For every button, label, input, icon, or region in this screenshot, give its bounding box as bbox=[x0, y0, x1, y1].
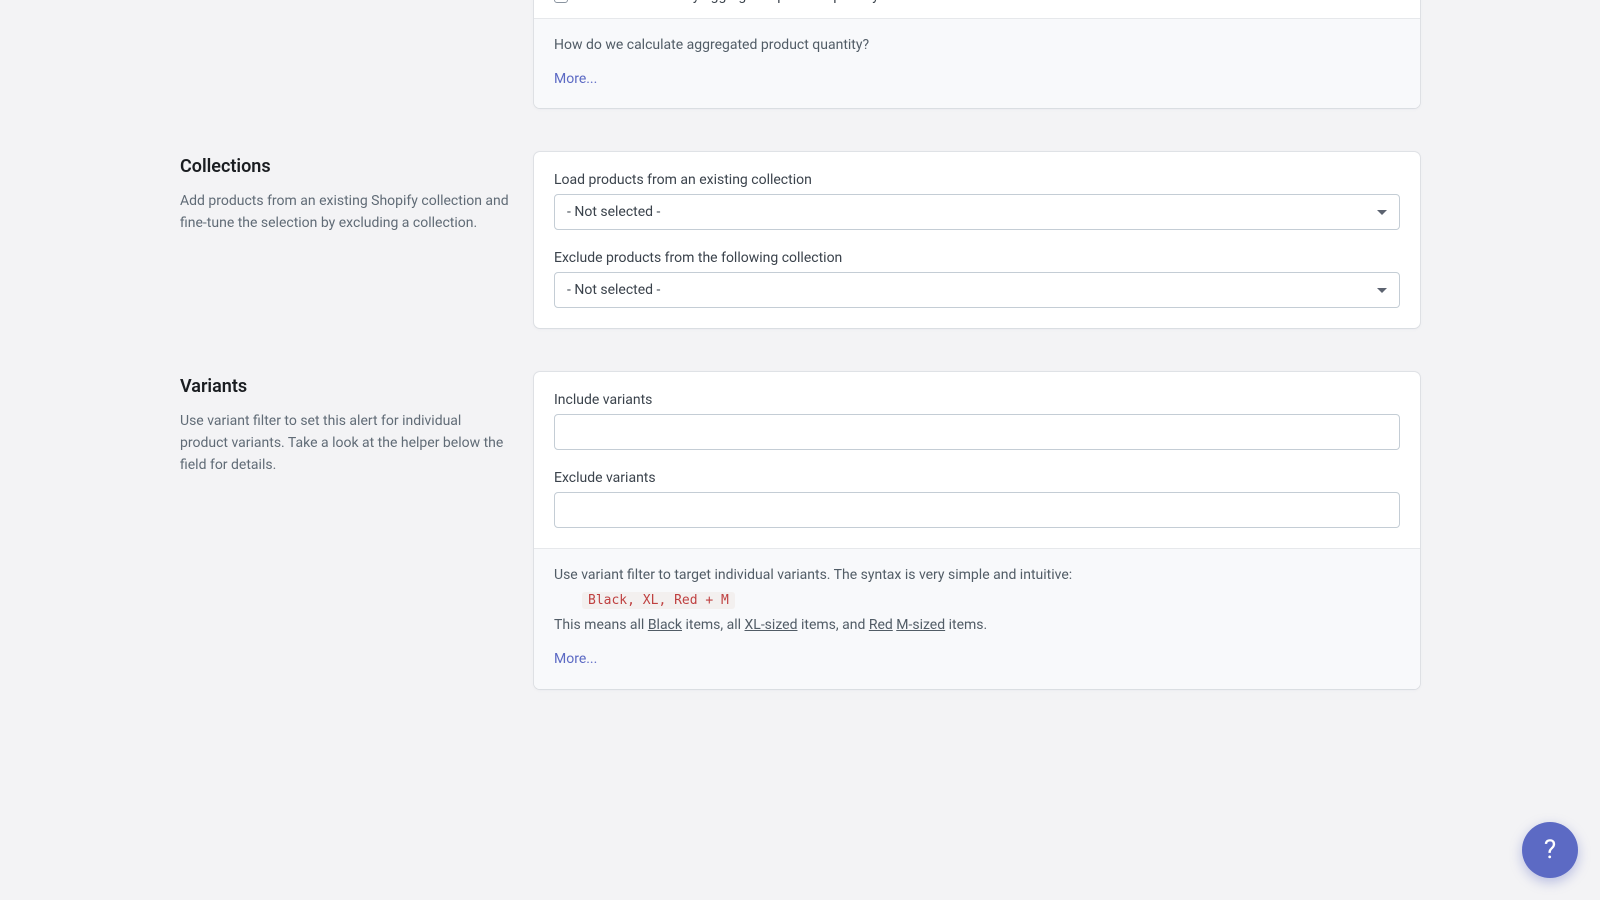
variants-help-explain: This means all Black items, all XL-sized… bbox=[554, 615, 1400, 637]
load-collection-label: Load products from an existing collectio… bbox=[554, 172, 1400, 188]
question-icon: ? bbox=[1544, 835, 1556, 865]
variants-help: Use variant filter to target individual … bbox=[534, 548, 1420, 688]
variants-title: Variants bbox=[180, 376, 510, 397]
include-variants-label: Include variants bbox=[554, 392, 1400, 408]
exclude-variants-input[interactable] bbox=[554, 492, 1400, 528]
stock-level-help-text: How do we calculate aggregated product q… bbox=[554, 35, 1400, 57]
include-variants-input[interactable] bbox=[554, 414, 1400, 450]
collections-desc: Add products from an existing Shopify co… bbox=[180, 191, 510, 234]
exclude-collection-label: Exclude products from the following coll… bbox=[554, 250, 1400, 266]
track-stock-checkbox[interactable] bbox=[554, 0, 568, 3]
collections-title: Collections bbox=[180, 156, 510, 177]
exclude-collection-select[interactable]: - Not selected - bbox=[554, 272, 1400, 308]
exclude-collection-value: - Not selected - bbox=[567, 282, 660, 298]
exclude-variants-label: Exclude variants bbox=[554, 470, 1400, 486]
load-collection-select[interactable]: - Not selected - bbox=[554, 194, 1400, 230]
variants-desc: Use variant filter to set this alert for… bbox=[180, 411, 510, 476]
variants-help-intro: Use variant filter to target individual … bbox=[554, 565, 1400, 587]
stock-level-card: Track stock level by aggregated product … bbox=[534, 0, 1420, 108]
stock-level-more-link[interactable]: More... bbox=[554, 69, 597, 91]
help-fab-button[interactable]: ? bbox=[1522, 822, 1578, 878]
collections-card: Load products from an existing collectio… bbox=[534, 152, 1420, 328]
chevron-down-icon bbox=[1377, 210, 1387, 215]
variants-card: Include variants Exclude variants Use va… bbox=[534, 372, 1420, 688]
chevron-down-icon bbox=[1377, 288, 1387, 293]
variants-more-link[interactable]: More... bbox=[554, 649, 597, 671]
stock-level-help: How do we calculate aggregated product q… bbox=[534, 18, 1420, 108]
load-collection-value: - Not selected - bbox=[567, 204, 660, 220]
track-stock-label: Track stock level by aggregated product … bbox=[578, 0, 879, 4]
variants-help-code: Black, XL, Red + M bbox=[582, 592, 735, 609]
